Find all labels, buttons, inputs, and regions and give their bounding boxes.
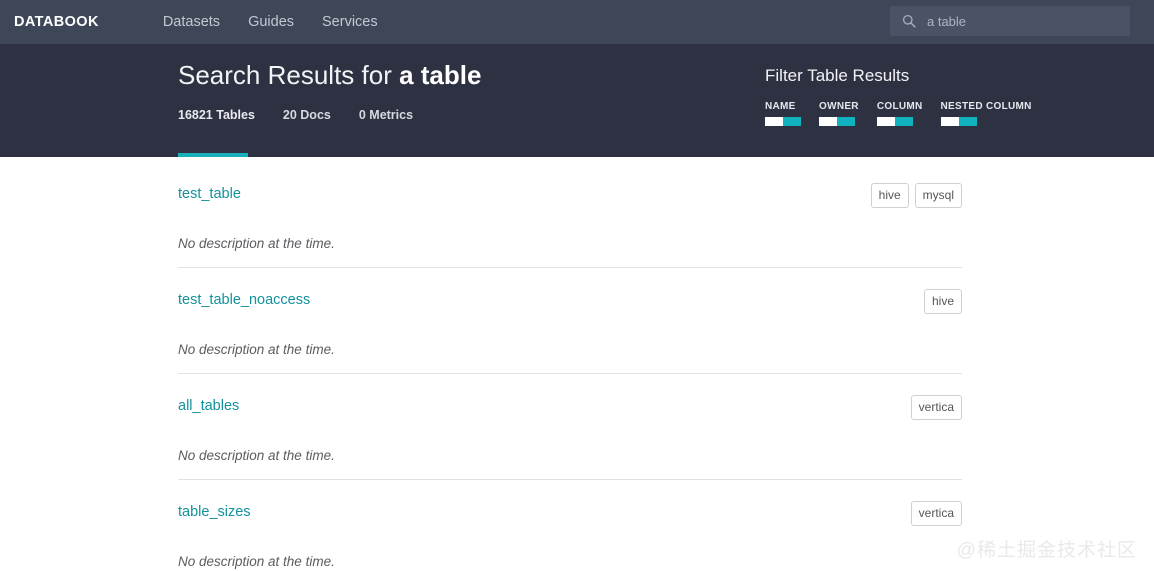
top-navbar: DATABOOK Datasets Guides Services (0, 0, 1154, 44)
result-name-link[interactable]: test_table (178, 183, 241, 205)
search-icon (902, 14, 916, 28)
search-input[interactable] (927, 13, 1130, 29)
search-results-list: test_table hive mysql No description at … (0, 157, 1154, 571)
nav-link-services[interactable]: Services (308, 14, 392, 30)
filter-owner-label: OWNER (819, 101, 859, 112)
result-header: test_table_noaccess hive (178, 289, 962, 314)
source-tag[interactable]: hive (923, 289, 962, 314)
filter-nested-column[interactable]: NESTED COLUMN (940, 101, 1032, 126)
result-description: No description at the time. (178, 236, 335, 251)
filter-owner-toggle[interactable] (819, 117, 855, 126)
tab-metrics[interactable]: 0 Metrics (359, 108, 413, 122)
toggle-off-half (819, 117, 837, 126)
filter-owner[interactable]: OWNER (819, 101, 859, 126)
search-box[interactable] (890, 6, 1130, 36)
result-header: all_tables vertica (178, 395, 962, 420)
filter-name[interactable]: NAME (765, 101, 801, 126)
filter-nested-column-label: NESTED COLUMN (940, 101, 1032, 112)
source-tag[interactable]: vertica (910, 501, 962, 526)
filter-toggle-row: NAME OWNER COLUMN NESTED COLUMN (765, 101, 1032, 126)
result-tags: hive (918, 289, 962, 314)
result-description: No description at the time. (178, 342, 335, 357)
result-tags: vertica (905, 501, 962, 526)
page-title: Search Results for a table (178, 60, 481, 91)
active-tab-indicator (178, 153, 248, 157)
toggle-on-half (894, 117, 913, 126)
watermark: @稀土掘金技术社区 (956, 540, 1137, 561)
primary-nav: Datasets Guides Services (149, 14, 392, 30)
result-tags: vertica (905, 395, 962, 420)
result-item: table_sizes vertica No description at th… (178, 501, 962, 571)
filter-column-label: COLUMN (876, 101, 923, 112)
source-tag[interactable]: mysql (914, 183, 962, 208)
toggle-off-half (765, 117, 783, 126)
page-title-prefix: Search Results for (178, 60, 400, 90)
brand-logo[interactable]: DATABOOK (14, 14, 99, 30)
result-item: test_table_noaccess hive No description … (178, 289, 962, 374)
toggle-on-half (958, 117, 977, 126)
tab-docs[interactable]: 20 Docs (283, 108, 331, 122)
result-description: No description at the time. (178, 448, 335, 463)
filter-panel-title: Filter Table Results (765, 66, 910, 85)
filter-nested-column-toggle[interactable] (940, 117, 977, 126)
tab-tables[interactable]: 16821 Tables (178, 108, 255, 122)
result-name-link[interactable]: test_table_noaccess (178, 289, 310, 311)
source-tag[interactable]: vertica (910, 395, 962, 420)
filter-panel: Filter Table Results NAME OWNER COLUMN N… (765, 66, 1032, 126)
result-header: test_table hive mysql (178, 183, 962, 208)
filter-column-toggle[interactable] (876, 117, 913, 126)
toggle-on-half (837, 117, 855, 126)
nav-link-datasets[interactable]: Datasets (149, 14, 234, 30)
toggle-off-half (876, 117, 895, 126)
result-name-link[interactable]: table_sizes (178, 501, 251, 523)
result-name-link[interactable]: all_tables (178, 395, 239, 417)
toggle-off-half (940, 117, 959, 126)
result-item: all_tables vertica No description at the… (178, 395, 962, 480)
nav-link-guides[interactable]: Guides (234, 14, 308, 30)
result-tags: hive mysql (865, 183, 962, 208)
toggle-on-half (783, 117, 801, 126)
result-item: test_table hive mysql No description at … (178, 183, 962, 268)
filter-name-label: NAME (765, 101, 796, 112)
results-tabs: 16821 Tables 20 Docs 0 Metrics (178, 108, 441, 122)
filter-column[interactable]: COLUMN (876, 101, 923, 126)
page-title-query: a table (399, 60, 482, 90)
filter-name-toggle[interactable] (765, 117, 801, 126)
results-header-band: Search Results for a table 16821 Tables … (0, 44, 1154, 157)
source-tag[interactable]: hive (870, 183, 909, 208)
result-header: table_sizes vertica (178, 501, 962, 526)
result-description: No description at the time. (178, 554, 335, 569)
